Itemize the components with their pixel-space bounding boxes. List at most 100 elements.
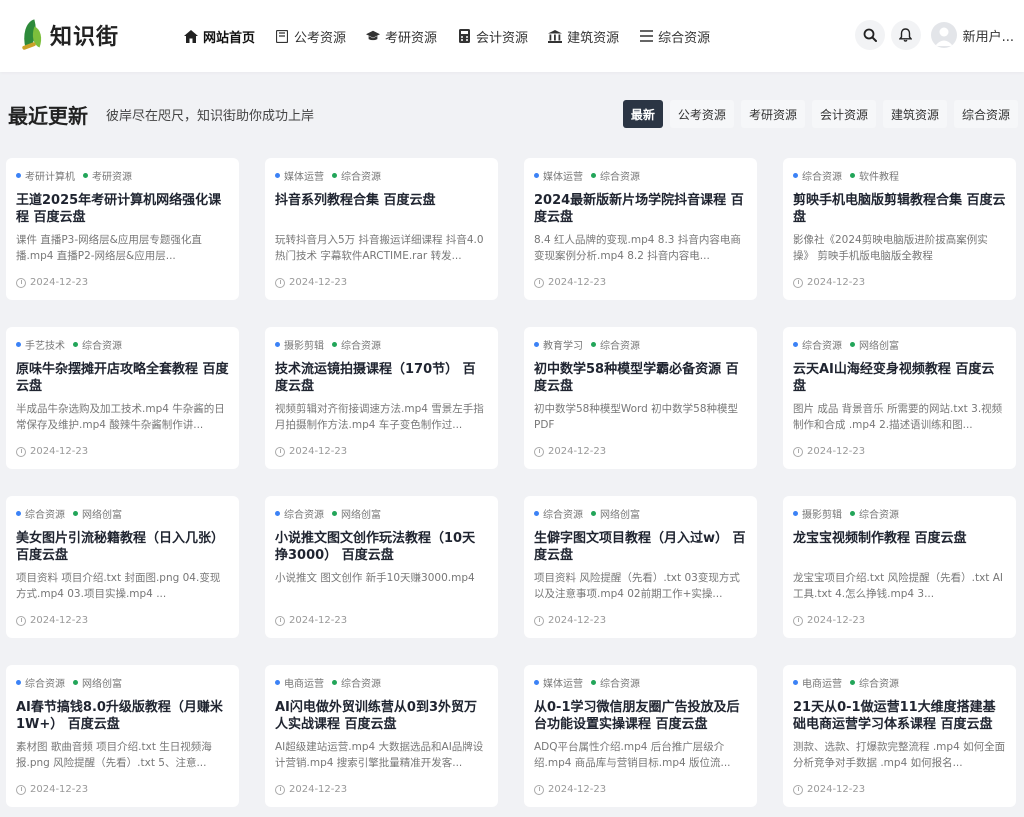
card-title[interactable]: 技术流运镜拍摄课程（170节） 百度云盘 — [275, 361, 488, 395]
card-date: 2024-12-23 — [793, 615, 865, 626]
card-title[interactable]: 剪映手机电脑版剪辑教程合集 百度云盘 — [793, 192, 1006, 226]
filter-tab-architecture[interactable]: 建筑资源 — [882, 100, 947, 128]
category-tag[interactable]: 软件教程 — [850, 168, 899, 183]
category-tag[interactable]: 网络创富 — [73, 506, 122, 521]
category-tag[interactable]: 电商运营 — [275, 675, 324, 690]
card-title[interactable]: 龙宝宝视频制作教程 百度云盘 — [793, 530, 1006, 564]
filter-tabs: 最新 公考资源 考研资源 会计资源 建筑资源 综合资源 — [616, 100, 1018, 128]
card-title[interactable]: 云天AI山海经变身视频教程 百度云盘 — [793, 361, 1006, 395]
post-card[interactable]: 电商运营 综合资源 21天从0-1做运营11大维度搭建基础电商运营学习体系课程 … — [783, 665, 1016, 807]
section-title: 最近更新 — [8, 104, 88, 128]
category-tag[interactable]: 综合资源 — [16, 675, 65, 690]
card-title[interactable]: 小说推文图文创作玩法教程（10天挣3000） 百度云盘 — [275, 530, 488, 564]
notification-button[interactable] — [890, 20, 921, 50]
filter-tab-postgrad[interactable]: 考研资源 — [740, 100, 805, 128]
clock-icon — [793, 277, 803, 288]
card-title[interactable]: 2024最新版新片场学院抖音课程 百度云盘 — [534, 192, 747, 226]
nav-label: 考研资源 — [385, 30, 438, 46]
category-tag[interactable]: 综合资源 — [793, 168, 842, 183]
nav-item-postgrad[interactable]: 考研资源 — [366, 26, 437, 46]
category-tag[interactable]: 综合资源 — [850, 506, 899, 521]
site-logo[interactable]: 知识街 — [18, 18, 119, 52]
filter-tab-latest[interactable]: 最新 — [622, 100, 663, 128]
category-tag[interactable]: 网络创富 — [73, 675, 122, 690]
search-button[interactable] — [854, 20, 885, 50]
filter-tab-general[interactable]: 综合资源 — [953, 100, 1018, 128]
post-card[interactable]: 综合资源 网络创富 生僻字图文项目教程（月入过w） 百度云盘 项目资料 风险提醒… — [524, 496, 757, 638]
card-title[interactable]: 抖音系列教程合集 百度云盘 — [275, 192, 488, 226]
card-tags: 电商运营 综合资源 — [275, 675, 488, 690]
category-tag[interactable]: 手艺技术 — [16, 337, 65, 352]
post-card[interactable]: 综合资源 网络创富 云天AI山海经变身视频教程 百度云盘 图片 成品 背景音乐 … — [783, 327, 1016, 469]
card-title[interactable]: AI闪电做外贸训练营从0到3外贸万人实战课程 百度云盘 — [275, 699, 488, 733]
card-title[interactable]: AI春节搞钱8.0升级版教程（月赚米1W+） 百度云盘 — [16, 699, 229, 733]
category-tag[interactable]: 综合资源 — [332, 337, 381, 352]
card-title[interactable]: 从0-1学习微信朋友圈广告投放及后台功能设置实操课程 百度云盘 — [534, 699, 747, 733]
card-title[interactable]: 美女图片引流秘籍教程（日入几张） 百度云盘 — [16, 530, 229, 564]
category-tag[interactable]: 综合资源 — [73, 337, 122, 352]
post-card[interactable]: 媒体运营 综合资源 2024最新版新片场学院抖音课程 百度云盘 8.4 红人品牌… — [524, 158, 757, 300]
post-card[interactable]: 媒体运营 综合资源 从0-1学习微信朋友圈广告投放及后台功能设置实操课程 百度云… — [524, 665, 757, 807]
clock-icon — [793, 446, 803, 457]
card-title[interactable]: 21天从0-1做运营11大维度搭建基础电商运营学习体系课程 百度云盘 — [793, 699, 1006, 733]
category-tag[interactable]: 考研计算机 — [16, 168, 75, 183]
user-icon — [934, 27, 953, 46]
post-card[interactable]: 教育学习 综合资源 初中数学58种模型学霸必备资源 百度云盘 初中数学58种模型… — [524, 327, 757, 469]
nav-item-architecture[interactable]: 建筑资源 — [548, 26, 619, 46]
card-title[interactable]: 初中数学58种模型学霸必备资源 百度云盘 — [534, 361, 747, 395]
nav-item-accounting[interactable]: 会计资源 — [457, 26, 528, 46]
category-tag[interactable]: 网络创富 — [332, 506, 381, 521]
category-tag[interactable]: 网络创富 — [591, 506, 640, 521]
category-tag[interactable]: 综合资源 — [275, 506, 324, 521]
category-tag[interactable]: 考研资源 — [83, 168, 132, 183]
category-tag[interactable]: 教育学习 — [534, 337, 583, 352]
category-tag[interactable]: 综合资源 — [591, 675, 640, 690]
category-tag[interactable]: 媒体运营 — [534, 168, 583, 183]
card-desc: 龙宝宝项目介绍.txt 风险提醒（先看）.txt AI工具.txt 4.怎么挣钱… — [793, 572, 1004, 600]
top-header: 知识街 网站首页 公考资源 考研资源 会计资源 建筑资源 综合资源 新用户... — [0, 0, 1024, 72]
card-desc: 影像社《2024剪映电脑版进阶拔高案例实操》 剪映手机版电脑版全教程 — [793, 234, 988, 262]
main-nav: 网站首页 公考资源 考研资源 会计资源 建筑资源 综合资源 — [184, 26, 730, 46]
nav-item-home[interactable]: 网站首页 — [184, 26, 255, 46]
header-actions: 新用户... — [854, 20, 1014, 50]
category-tag[interactable]: 综合资源 — [591, 168, 640, 183]
category-tag[interactable]: 媒体运营 — [534, 675, 583, 690]
post-card[interactable]: 媒体运营 综合资源 抖音系列教程合集 百度云盘 玩转抖音月入5万 抖音搬运详细课… — [265, 158, 498, 300]
category-tag[interactable]: 摄影剪辑 — [793, 506, 842, 521]
post-card[interactable]: 综合资源 网络创富 小说推文图文创作玩法教程（10天挣3000） 百度云盘 小说… — [265, 496, 498, 638]
card-date: 2024-12-23 — [534, 784, 606, 795]
card-date: 2024-12-23 — [793, 784, 865, 795]
category-tag[interactable]: 综合资源 — [793, 337, 842, 352]
avatar[interactable] — [930, 22, 957, 48]
category-tag[interactable]: 综合资源 — [850, 675, 899, 690]
user-name[interactable]: 新用户... — [963, 26, 1014, 45]
category-tag[interactable]: 电商运营 — [793, 675, 842, 690]
post-card[interactable]: 电商运营 综合资源 AI闪电做外贸训练营从0到3外贸万人实战课程 百度云盘 AI… — [265, 665, 498, 807]
category-tag[interactable]: 综合资源 — [534, 506, 583, 521]
post-card[interactable]: 综合资源 网络创富 美女图片引流秘籍教程（日入几张） 百度云盘 项目资料 项目介… — [6, 496, 239, 638]
nav-item-civil-exam[interactable]: 公考资源 — [275, 26, 346, 46]
category-tag[interactable]: 媒体运营 — [275, 168, 324, 183]
card-title[interactable]: 生僻字图文项目教程（月入过w） 百度云盘 — [534, 530, 747, 564]
category-tag[interactable]: 摄影剪辑 — [275, 337, 324, 352]
card-title[interactable]: 原味牛杂摆摊开店攻略全套教程 百度云盘 — [16, 361, 229, 395]
filter-tab-accounting[interactable]: 会计资源 — [811, 100, 876, 128]
post-card[interactable]: 考研计算机 考研资源 王道2025年考研计算机网络强化课程 百度云盘 课件 直播… — [6, 158, 239, 300]
post-card[interactable]: 手艺技术 综合资源 原味牛杂摆摊开店攻略全套教程 百度云盘 半成品牛杂选购及加工… — [6, 327, 239, 469]
post-card[interactable]: 摄影剪辑 综合资源 技术流运镜拍摄课程（170节） 百度云盘 视频剪辑对齐衔接调… — [265, 327, 498, 469]
category-tag[interactable]: 综合资源 — [332, 168, 381, 183]
category-tag[interactable]: 综合资源 — [591, 337, 640, 352]
card-title[interactable]: 王道2025年考研计算机网络强化课程 百度云盘 — [16, 192, 229, 226]
recent-updates-section: 最近更新 彼岸尽在咫尺，知识街助你成功上岸 最新 公考资源 考研资源 会计资源 … — [8, 96, 1018, 136]
post-card[interactable]: 摄影剪辑 综合资源 龙宝宝视频制作教程 百度云盘 龙宝宝项目介绍.txt 风险提… — [783, 496, 1016, 638]
card-date: 2024-12-23 — [275, 277, 347, 288]
nav-label: 公考资源 — [294, 30, 347, 46]
category-tag[interactable]: 综合资源 — [332, 675, 381, 690]
filter-tab-civil-exam[interactable]: 公考资源 — [669, 100, 734, 128]
category-tag[interactable]: 综合资源 — [16, 506, 65, 521]
post-card[interactable]: 综合资源 网络创富 AI春节搞钱8.0升级版教程（月赚米1W+） 百度云盘 素材… — [6, 665, 239, 807]
card-tags: 媒体运营 综合资源 — [534, 675, 747, 690]
category-tag[interactable]: 网络创富 — [850, 337, 899, 352]
nav-item-general[interactable]: 综合资源 — [639, 26, 710, 46]
post-card[interactable]: 综合资源 软件教程 剪映手机电脑版剪辑教程合集 百度云盘 影像社《2024剪映电… — [783, 158, 1016, 300]
